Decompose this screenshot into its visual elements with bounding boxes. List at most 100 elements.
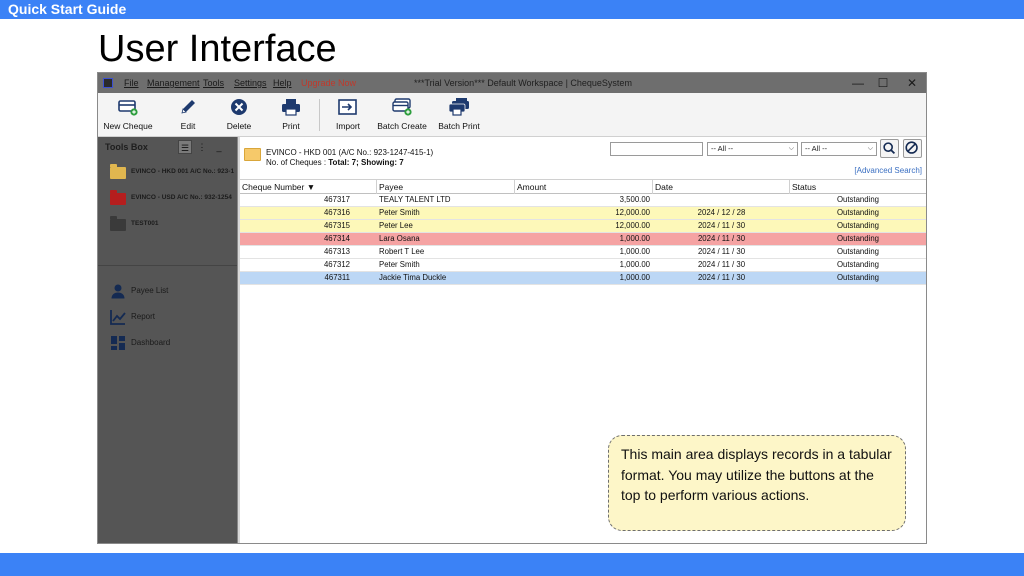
column-amount[interactable]: Amount xyxy=(515,180,653,194)
new-cheque-label: New Cheque xyxy=(103,121,153,131)
report-chart-icon xyxy=(110,310,126,325)
tools-box-sidebar: Tools Box ☰ ⋮ _ EVINCO - HKD 001 A/C No.… xyxy=(98,137,237,543)
cell-cheque-number: 467315 xyxy=(323,221,350,230)
minimize-button[interactable]: — xyxy=(847,73,869,93)
print-label: Print xyxy=(282,121,300,131)
column-payee[interactable]: Payee xyxy=(377,180,515,194)
cheque-table: Cheque Number ▼ Payee Amount Date Status… xyxy=(240,179,926,285)
cell-cheque-number: 467314 xyxy=(323,234,350,243)
search-button[interactable] xyxy=(880,139,899,158)
cell-payee: Peter Smith xyxy=(379,260,420,269)
cell-status: Outstanding xyxy=(836,221,880,230)
slide-header-bar: Quick Start Guide xyxy=(0,0,1024,19)
folder-icon xyxy=(110,216,126,231)
batch-printer-icon xyxy=(449,98,469,116)
callout-text: This main area displays records in a tab… xyxy=(621,446,892,503)
table-row[interactable]: 467316 Peter Smith 12,000.00 2024 / 12 / 28… xyxy=(240,207,926,220)
column-status[interactable]: Status xyxy=(790,180,926,194)
batch-create-button[interactable]: Batch Create xyxy=(377,96,427,134)
menu-help[interactable]: Help xyxy=(273,73,292,93)
cheque-count: No. of Cheques : Total: 7; Showing: 7 xyxy=(266,158,404,167)
nav-report[interactable]: Report xyxy=(108,307,233,329)
cell-amount: 1,000.00 xyxy=(619,234,650,243)
upgrade-now-link[interactable]: Upgrade Now xyxy=(301,73,356,93)
column-date[interactable]: Date xyxy=(653,180,790,194)
table-row[interactable]: 467311 Jackie Tima Duckle 1,000.00 2024 / 1… xyxy=(240,272,926,285)
nav-dashboard[interactable]: Dashboard xyxy=(108,333,233,355)
cell-date: 2024 / 11 / 30 xyxy=(697,247,746,256)
table-row[interactable]: 467312 Peter Smith 1,000.00 2024 / 11 / 30 O… xyxy=(240,259,926,272)
menu-file[interactable]: File xyxy=(124,73,139,93)
print-button[interactable]: Print xyxy=(273,96,309,134)
batch-create-label: Batch Create xyxy=(377,121,427,131)
user-icon xyxy=(111,284,125,299)
account-item-hkd[interactable]: EVINCO - HKD 001 A/C No.: 923-1 xyxy=(108,164,236,184)
cell-amount: 12,000.00 xyxy=(615,221,650,230)
advanced-search-link[interactable]: [Advanced Search] xyxy=(854,166,922,175)
folder-icon xyxy=(244,148,261,161)
toolbar: New Cheque Edit Delete Print Import Batc… xyxy=(98,93,926,137)
cell-payee: Jackie Tima Duckle xyxy=(379,273,447,282)
table-row[interactable]: 467315 Peter Lee 12,000.00 2024 / 11 / 30 Ou… xyxy=(240,220,926,233)
cell-payee: Peter Lee xyxy=(379,221,413,230)
nav-label: Payee List xyxy=(131,286,169,295)
collapse-icon[interactable]: _ xyxy=(212,140,226,154)
table-body: 467317 TEALY TALENT LTD 3,500.00 Outstandin… xyxy=(240,194,926,285)
search-input[interactable] xyxy=(610,142,703,156)
cell-date: 2024 / 12 / 28 xyxy=(697,208,746,217)
account-item-test001[interactable]: TEST001 xyxy=(108,216,236,236)
cell-cheque-number: 467313 xyxy=(323,247,350,256)
account-title: EVINCO - HKD 001 (A/C No.: 923-1247-415-… xyxy=(266,148,434,157)
table-row[interactable]: 467313 Robert T Lee 1,000.00 2024 / 11 / 30… xyxy=(240,246,926,259)
filter-select-1[interactable]: -- All -- ⌵ xyxy=(707,142,798,156)
printer-icon xyxy=(282,99,300,116)
close-button[interactable]: ✕ xyxy=(901,73,923,93)
batch-print-label: Batch Print xyxy=(438,121,480,131)
folder-icon xyxy=(110,164,126,179)
filter-select-2[interactable]: -- All -- ⌵ xyxy=(801,142,877,156)
delete-icon xyxy=(231,99,247,115)
edit-button[interactable]: Edit xyxy=(170,96,206,134)
import-button[interactable]: Import xyxy=(329,96,367,134)
cell-cheque-number: 467316 xyxy=(323,208,350,217)
detail-view-icon[interactable]: ⋮ xyxy=(195,140,209,154)
import-label: Import xyxy=(335,121,361,131)
cell-payee: Peter Smith xyxy=(379,208,420,217)
app-icon xyxy=(103,78,113,88)
account-label: EVINCO - USD A/C No.: 932-1254 xyxy=(131,194,232,201)
maximize-button[interactable]: ☐ xyxy=(872,73,894,93)
menu-tools[interactable]: Tools xyxy=(203,73,224,93)
cheque-count-label: No. of Cheques : xyxy=(266,158,329,167)
menu-management[interactable]: Management xyxy=(147,73,200,93)
nav-label: Dashboard xyxy=(131,338,171,347)
cell-amount: 3,500.00 xyxy=(619,195,650,204)
sidebar-divider[interactable] xyxy=(98,265,237,271)
batch-print-button[interactable]: Batch Print xyxy=(437,96,481,134)
clear-search-button[interactable] xyxy=(903,139,922,158)
table-row[interactable]: 467317 TEALY TALENT LTD 3,500.00 Outstandin… xyxy=(240,194,926,207)
chevron-down-icon: ⌵ xyxy=(788,145,794,152)
column-cheque-number[interactable]: Cheque Number ▼ xyxy=(240,180,377,194)
cell-date: 2024 / 11 / 30 xyxy=(697,260,746,269)
cell-status: Outstanding xyxy=(836,247,880,256)
list-view-icon[interactable]: ☰ xyxy=(178,140,192,154)
menu-settings[interactable]: Settings xyxy=(234,73,267,93)
table-header: Cheque Number ▼ Payee Amount Date Status xyxy=(240,179,926,194)
cell-payee: Lara Osana xyxy=(379,234,420,243)
cell-date: 2024 / 11 / 30 xyxy=(697,221,746,230)
filter-select-2-value: -- All -- xyxy=(805,144,828,153)
cell-amount: 1,000.00 xyxy=(619,260,650,269)
cell-date: 2024 / 11 / 30 xyxy=(697,273,746,282)
account-label: EVINCO - HKD 001 A/C No.: 923-1 xyxy=(131,168,235,175)
cell-date xyxy=(653,194,790,206)
table-row[interactable]: 467314 Lara Osana 1,000.00 2024 / 11 / 30 Ou… xyxy=(240,233,926,246)
new-cheque-button[interactable]: New Cheque xyxy=(102,96,154,134)
tools-box-title: Tools Box xyxy=(105,142,148,152)
tools-box-header: Tools Box ☰ ⋮ _ xyxy=(98,137,237,159)
delete-button[interactable]: Delete xyxy=(221,96,257,134)
new-cheque-icon xyxy=(118,100,138,116)
account-item-usd[interactable]: EVINCO - USD A/C No.: 932-1254 xyxy=(108,190,236,210)
nav-payee-list[interactable]: Payee List xyxy=(108,281,233,303)
folder-icon xyxy=(110,190,126,205)
cheque-count-value: Total: 7; Showing: 7 xyxy=(328,158,404,167)
